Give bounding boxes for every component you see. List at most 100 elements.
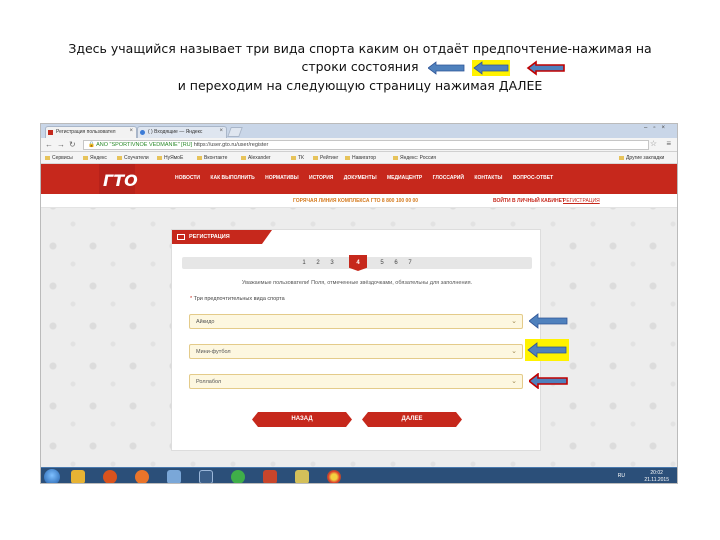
browser-screenshot: Регистрация пользовател × ( ) Входящие —… <box>40 123 678 484</box>
chevron-down-icon: ⌄ <box>511 318 517 325</box>
sports-field-label: * Три предпочтительных вида спорта <box>190 296 285 302</box>
address-bar: ← → ↻ 🔒 ANO "SPORTIVNOE VEDMANIE" [RU] h… <box>41 138 677 152</box>
lock-icon: 🔒 <box>88 142 97 148</box>
tab-inbox[interactable]: ( ) Входящие — Яндекс × <box>137 126 227 138</box>
chevron-down-icon: ⌄ <box>511 378 517 385</box>
bookmark-star-icon[interactable]: ☆ <box>650 139 657 148</box>
menu-icon[interactable]: ≡ <box>666 139 671 148</box>
back-button[interactable]: НАЗАД <box>252 412 352 427</box>
explorer-icon[interactable] <box>71 470 85 483</box>
sport-select-3[interactable]: Роллабол ⌄ <box>189 374 523 389</box>
powerpoint-icon[interactable] <box>263 470 277 483</box>
step-2: 2 <box>316 260 320 266</box>
clock[interactable]: 20:02 21.11.2015 <box>644 470 669 483</box>
computer-icon[interactable] <box>199 470 213 483</box>
step-indicator: 1 2 3 4 5 6 7 <box>182 255 532 271</box>
caption-arrow-yellow-icon <box>472 60 510 76</box>
gto-logo[interactable]: ГТО <box>103 171 138 190</box>
caption-line-1: Здесь учащийся называет три вида спорта … <box>68 41 652 56</box>
step-3: 3 <box>330 260 334 266</box>
gto-favicon-icon <box>48 130 53 135</box>
required-asterisk: * <box>190 296 193 302</box>
nav-item[interactable]: НОВОСТИ <box>175 175 200 181</box>
back-arrow-icon[interactable]: ← <box>45 140 53 149</box>
login-link[interactable]: ВОЙТИ В ЛИЧНЫЙ КАБИНЕТ <box>493 198 565 204</box>
step-6: 6 <box>394 260 398 266</box>
paint-icon[interactable] <box>295 470 309 483</box>
nav-item[interactable]: ВОПРОС-ОТВЕТ <box>513 175 553 181</box>
bookmark-item[interactable]: Вконтакте <box>197 155 227 161</box>
window-controls[interactable]: –▫× <box>644 125 671 131</box>
step-7: 7 <box>408 260 412 266</box>
close-tab-icon[interactable]: × <box>219 128 223 134</box>
required-notice: Уважаемые пользователи! Поля, отмеченные… <box>241 280 473 286</box>
chrome-icon[interactable] <box>327 470 341 483</box>
close-tab-icon[interactable]: × <box>129 128 133 134</box>
nav-item[interactable]: НОРМАТИВЫ <box>265 175 298 181</box>
bookmark-item[interactable]: Соучатели <box>117 155 149 161</box>
caption-arrows <box>428 60 565 76</box>
bookmark-item[interactable]: Alexander <box>241 155 271 161</box>
url-input[interactable]: 🔒 ANO "SPORTIVNOE VEDMANIE" [RU] https:/… <box>83 140 649 150</box>
next-button[interactable]: ДАЛЕЕ <box>362 412 462 427</box>
site-subheader: ГОРЯЧАЯ ЛИНИЯ КОМПЛЕКСА ГТО 8 800 100 00… <box>41 194 677 208</box>
sport-select-1-value: Айкидо <box>196 319 215 325</box>
new-tab-button[interactable] <box>227 127 243 137</box>
bookmark-item[interactable]: Рейтинг <box>313 155 338 161</box>
media-player-icon[interactable] <box>103 470 117 483</box>
nav-item[interactable]: ГЛОССАРИЙ <box>433 175 464 181</box>
other-bookmarks[interactable]: Другие закладки <box>619 155 664 161</box>
nav-item[interactable]: КАК ВЫПОЛНИТЬ <box>210 175 254 181</box>
form-icon <box>177 234 185 240</box>
step-5: 5 <box>380 260 384 266</box>
chevron-down-icon: ⌄ <box>511 348 517 355</box>
caption-arrow-blue-icon <box>428 61 465 75</box>
taskbar: RU 20:02 21.11.2015 <box>41 467 677 483</box>
nav-item[interactable]: ИСТОРИЯ <box>309 175 333 181</box>
firefox-icon[interactable] <box>135 470 149 483</box>
clock-time: 20:02 <box>650 470 663 476</box>
nav-item[interactable]: КОНТАКТЫ <box>474 175 502 181</box>
hotline-text: ГОРЯЧАЯ ЛИНИЯ КОМПЛЕКСА ГТО 8 800 100 00… <box>293 198 419 204</box>
certificate-label: ANO "SPORTIVNOE VEDMANIE" [RU] <box>96 142 193 148</box>
bookmark-item[interactable]: НуЯмоЕ <box>157 155 183 161</box>
sport-select-2-value: Мини-футбол <box>196 349 231 355</box>
tab-label: ( ) Входящие — Яндекс <box>148 129 203 135</box>
site-header: ГТО НОВОСТИ КАК ВЫПОЛНИТЬ НОРМАТИВЫ ИСТО… <box>41 164 677 204</box>
app-icon[interactable] <box>167 470 181 483</box>
annotation-arrow-yellow-icon <box>525 339 569 361</box>
clock-date: 21.11.2015 <box>644 477 669 483</box>
field-label-text: Три предпочтительных вида спорта <box>193 296 285 302</box>
sport-select-1[interactable]: Айкидо ⌄ <box>189 314 523 329</box>
step-active: 4 <box>349 255 367 271</box>
mail-favicon-icon <box>140 130 145 135</box>
bookmark-item[interactable]: ТК <box>291 155 304 161</box>
bookmarks-bar: Сервисы Яндекс Соучатели НуЯмоЕ Вконтакт… <box>41 152 677 164</box>
skype-icon[interactable] <box>231 470 245 483</box>
annotation-arrow-blue-icon <box>529 313 568 329</box>
bookmark-item[interactable]: Яндекс: Россия <box>393 155 436 161</box>
annotation-arrow-red-icon <box>529 373 568 389</box>
bookmark-item[interactable]: Яндекс <box>83 155 107 161</box>
reload-icon[interactable]: ↻ <box>69 140 76 149</box>
caption-arrow-red-icon <box>526 60 565 76</box>
tab-bar: Регистрация пользовател × ( ) Входящие —… <box>41 124 677 138</box>
step-1: 1 <box>302 260 306 266</box>
nav-item[interactable]: МЕДИАЦЕНТР <box>387 175 422 181</box>
tab-registration[interactable]: Регистрация пользовател × <box>45 126 137 138</box>
start-button[interactable] <box>44 469 60 483</box>
bookmark-item[interactable]: Сервисы <box>45 155 73 161</box>
language-indicator[interactable]: RU <box>618 473 625 479</box>
tab-label: Регистрация пользовател <box>56 129 116 135</box>
url-text: https://user.gto.ru/user/register <box>193 142 269 148</box>
panel-header: РЕГИСТРАЦИЯ <box>172 230 272 244</box>
nav-item[interactable]: ДОКУМЕНТЫ <box>344 175 377 181</box>
panel-title: РЕГИСТРАЦИЯ <box>189 234 230 240</box>
bookmark-item[interactable]: Навигатор <box>345 155 376 161</box>
site-nav: НОВОСТИ КАК ВЫПОЛНИТЬ НОРМАТИВЫ ИСТОРИЯ … <box>175 175 562 181</box>
slide: Здесь учащийся называет три вида спорта … <box>0 0 720 540</box>
sport-select-2[interactable]: Мини-футбол ⌄ <box>189 344 523 359</box>
forward-arrow-icon[interactable]: → <box>57 140 65 149</box>
register-link[interactable]: РЕГИСТРАЦИЯ <box>563 198 600 204</box>
sport-select-3-value: Роллабол <box>196 379 222 385</box>
